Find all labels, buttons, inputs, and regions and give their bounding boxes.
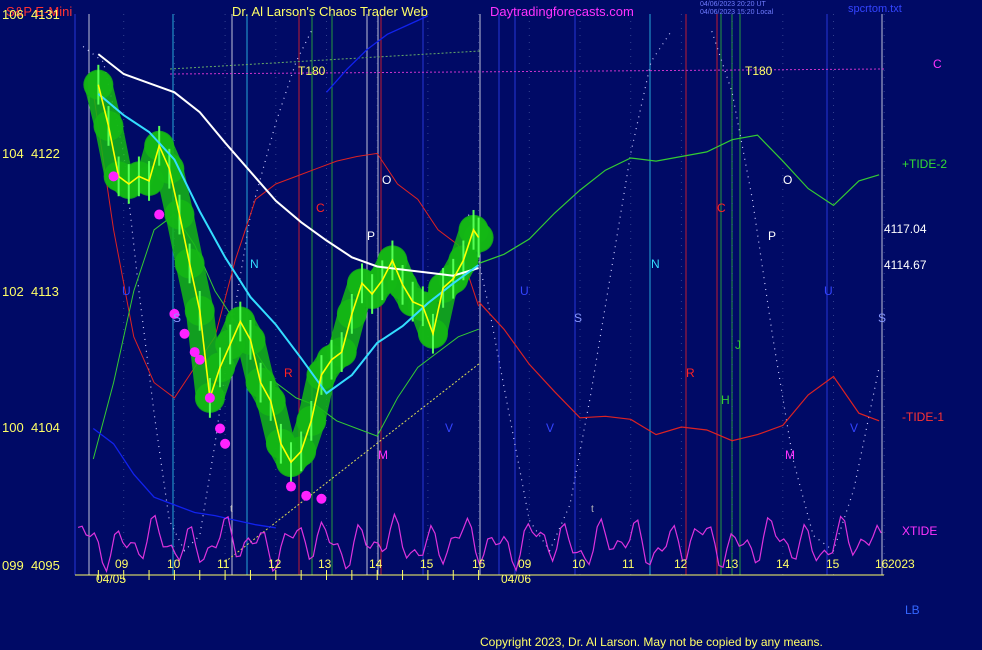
t180-label-right: T180 <box>745 64 773 78</box>
marker-s: S <box>878 311 887 325</box>
label-tide-plus: +TIDE-2 <box>902 157 948 171</box>
marker-r: R <box>686 366 695 380</box>
marker-c: C <box>316 201 325 215</box>
marker-s: S <box>173 311 182 325</box>
chart-root: { "header": { "symbol": "S&P E-Mini", "t… <box>0 0 982 650</box>
marker-s: S <box>574 311 583 325</box>
marker-j: J <box>735 338 741 352</box>
marker-t: t <box>591 504 594 515</box>
marker-v: V <box>546 421 555 435</box>
marker-v: V <box>850 421 859 435</box>
marker-m: M <box>378 448 388 462</box>
marker-n: N <box>651 257 660 271</box>
x-hour-label: 11 <box>622 557 635 571</box>
date-label: 04/06 <box>501 572 532 586</box>
marker-o: O <box>382 173 392 187</box>
date-label: 04/05 <box>96 572 127 586</box>
copyright: Copyright 2023, Dr. Al Larson. May not b… <box>480 635 823 649</box>
label-lb: LB <box>905 603 920 617</box>
pivot-dot <box>204 392 215 403</box>
x-hour-label: 16 <box>472 557 486 571</box>
upper-blue-curve <box>326 15 429 93</box>
x-hour-label: 12 <box>674 557 688 571</box>
marker-o: O <box>783 173 793 187</box>
marker-p: P <box>768 229 777 243</box>
x-hour-label: 11 <box>217 557 230 571</box>
x-hour-label: 10 <box>167 557 181 571</box>
pivot-dot <box>220 438 231 449</box>
marker-p: P <box>367 229 376 243</box>
price-glow-band <box>84 70 493 477</box>
t180-label-left: T180 <box>298 64 326 78</box>
pivot-dot <box>108 171 119 182</box>
y-label-104: 104 4122 <box>2 146 60 161</box>
x-hour-label: 13 <box>318 557 332 571</box>
pivot-dot <box>215 423 226 434</box>
timestamp-ut: 04/06/2023 20:20 UT <box>700 1 766 8</box>
x-hour-label: 12 <box>268 557 282 571</box>
x-hour-label: 09 <box>115 557 129 571</box>
pivot-dot <box>316 493 327 504</box>
cyan-moving-average <box>97 93 480 395</box>
file-name: spcrtom.txt <box>848 3 902 15</box>
pivot-dot <box>194 354 205 365</box>
marker-n: N <box>250 257 259 271</box>
x-hour-label: 15 <box>420 557 434 571</box>
chart-title: Dr. Al Larson's Chaos Trader Web <box>232 4 428 19</box>
marker-v: V <box>445 421 454 435</box>
x-hour-label: 09 <box>518 557 532 571</box>
label-c: C <box>933 57 942 71</box>
marker-r: R <box>284 366 293 380</box>
t180-line <box>169 68 885 75</box>
x-hour-label: 10 <box>572 557 586 571</box>
lower-blue-curve <box>92 427 276 529</box>
x-hour-label: 15 <box>826 557 840 571</box>
tide-plus-series <box>478 134 880 265</box>
pivot-dot <box>301 490 312 501</box>
y-label-100: 100 4104 <box>2 420 60 435</box>
marker-t: t <box>230 504 233 515</box>
label-xtide: XTIDE <box>902 524 938 538</box>
marker-m: M <box>785 448 795 462</box>
chart-plot <box>74 14 885 580</box>
x-hour-label: 14 <box>369 557 383 571</box>
x-hour-label: 16 <box>875 557 889 571</box>
x-hour-label: 13 <box>725 557 739 571</box>
pivot-dot <box>179 328 190 339</box>
label-price-1: 4117.04 <box>884 222 927 236</box>
tide-minus-series <box>478 301 880 442</box>
label-price-2: 4114.67 <box>884 258 927 272</box>
timestamp-local: 04/06/2023 15:20 Local <box>700 9 774 16</box>
marker-u: U <box>122 284 131 298</box>
label-tide-minus: -TIDE-1 <box>902 410 944 424</box>
tide-dotted-curve <box>711 31 880 552</box>
pivot-dot <box>286 481 297 492</box>
marker-h: H <box>721 393 730 407</box>
site-link[interactable]: Daytradingforecasts.com <box>490 4 634 19</box>
marker-u: U <box>824 284 833 298</box>
year-label: 2023 <box>888 557 915 571</box>
y-label-102: 102 4113 <box>2 284 59 299</box>
marker-u: U <box>520 284 529 298</box>
marker-c: C <box>717 201 726 215</box>
pivot-dot <box>154 209 165 220</box>
y-label-106: 106 4131 <box>2 7 60 22</box>
x-hour-label: 14 <box>776 557 790 571</box>
y-label-099: 099 4095 <box>2 558 60 573</box>
